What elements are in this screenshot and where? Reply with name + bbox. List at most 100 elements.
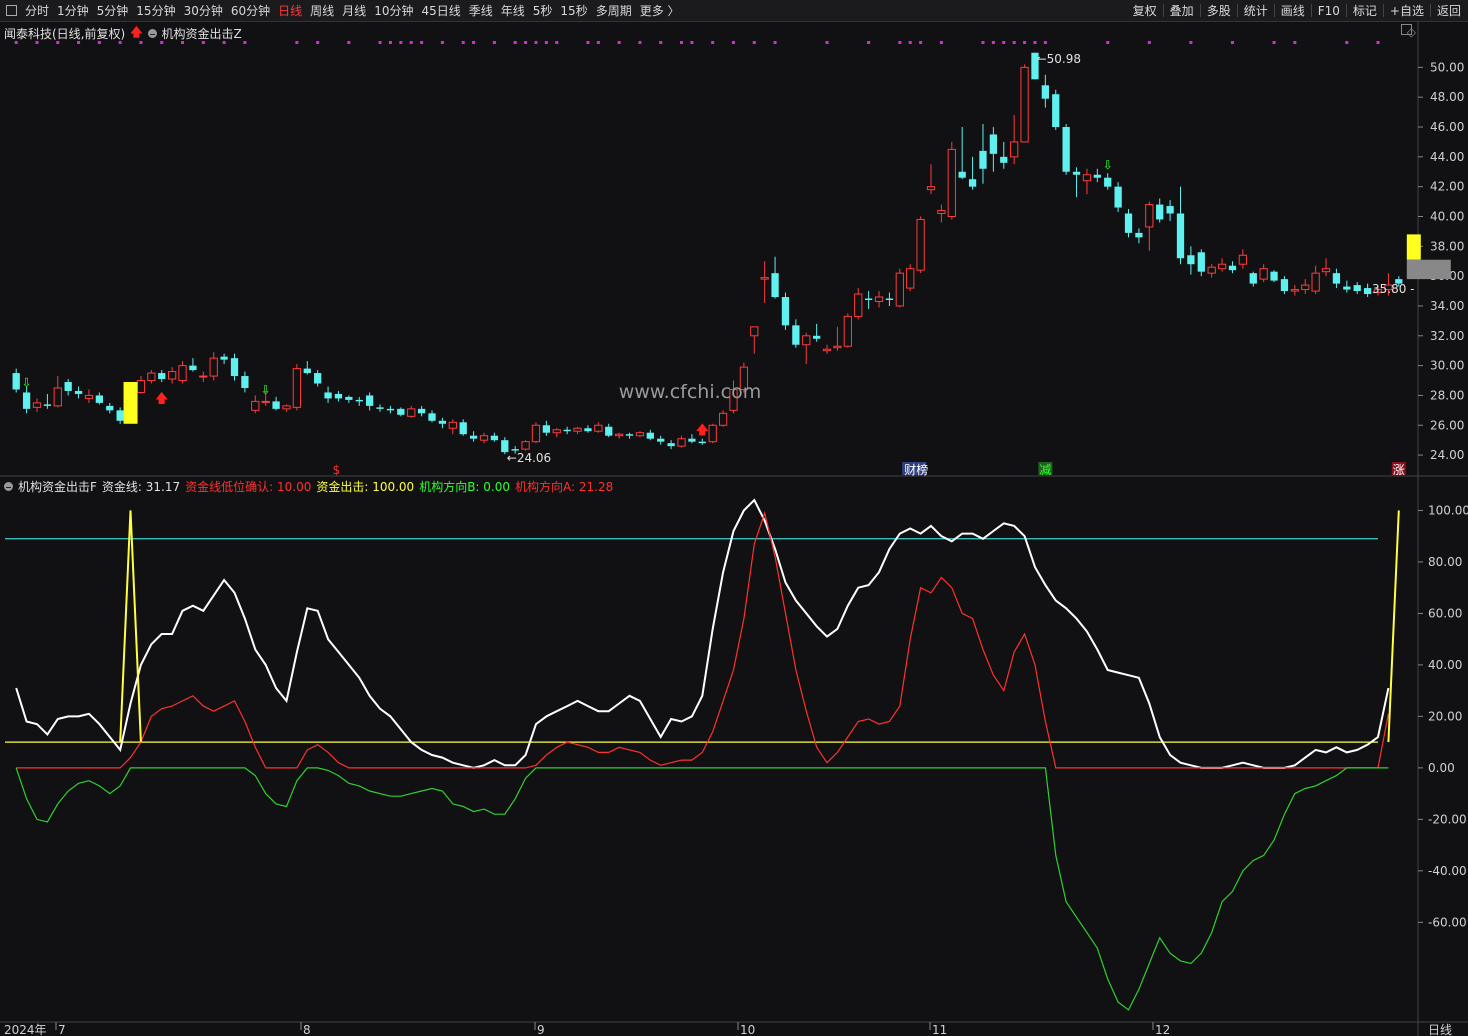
period-tab[interactable]: 5秒	[529, 2, 557, 19]
signal-dot	[596, 41, 600, 44]
signal-dot	[222, 41, 226, 44]
candle-body	[708, 424, 717, 443]
candle-body	[220, 356, 228, 360]
candle-body	[926, 186, 936, 191]
low-label: ←24.06	[507, 451, 551, 465]
action-button[interactable]: 多股	[1202, 2, 1236, 19]
action-button[interactable]: F10	[1313, 4, 1345, 18]
signal-dot	[1043, 41, 1047, 44]
sub-y-tick-label: 20.00	[1428, 709, 1462, 723]
menu-box-icon[interactable]	[6, 5, 17, 16]
signal-bar	[1406, 234, 1421, 260]
x-axis-label: 7	[58, 1023, 66, 1036]
period-tab[interactable]: 多周期	[592, 2, 636, 19]
candle-body	[1353, 285, 1361, 292]
candle-body	[895, 272, 904, 307]
candle-body	[947, 148, 956, 217]
x-period-label: 日线	[1428, 1023, 1452, 1036]
period-tab[interactable]: 30分钟	[180, 2, 227, 19]
candle-body	[1166, 206, 1174, 214]
period-tab[interactable]: 5分钟	[93, 2, 133, 19]
candle-body	[605, 426, 613, 436]
candle-body	[209, 357, 218, 377]
candle-body	[584, 428, 592, 432]
candle-body	[1197, 252, 1205, 272]
last-price-label: 35.80 -	[1372, 282, 1415, 296]
signal-dot	[1033, 41, 1037, 44]
period-tab[interactable]: 60分钟	[227, 2, 274, 19]
action-button[interactable]: 画线	[1276, 2, 1310, 19]
action-button[interactable]: 统计	[1239, 2, 1273, 19]
candle-body	[1176, 213, 1185, 259]
period-tab[interactable]: 10分钟	[370, 2, 417, 19]
candle-body	[1093, 174, 1101, 178]
candle-body	[688, 438, 696, 442]
candle-body	[635, 432, 645, 437]
y-tick-label: 46.00	[1430, 120, 1464, 134]
separator	[1162, 4, 1164, 17]
candle-body	[241, 376, 249, 388]
y-tick-label: 34.00	[1430, 299, 1464, 313]
indicator-line	[15, 767, 1389, 1011]
signal-dot	[35, 41, 39, 44]
watermark: www.cfchi.com	[619, 381, 761, 403]
candle-body	[261, 400, 270, 403]
candle-body	[822, 348, 832, 352]
candle-body	[521, 441, 530, 450]
candle-body	[677, 438, 686, 447]
period-tab[interactable]: 季线	[465, 2, 497, 19]
signal-dot	[492, 41, 496, 44]
period-tab[interactable]: 45日线	[417, 2, 464, 19]
y-tick-label: 26.00	[1430, 418, 1464, 432]
action-button[interactable]: 复权	[1128, 2, 1162, 19]
action-button[interactable]: 返回	[1432, 2, 1466, 19]
period-tab[interactable]: 月线	[338, 2, 370, 19]
candle-body	[1041, 85, 1049, 99]
candle-body	[854, 293, 863, 317]
signal-dot	[1230, 41, 1234, 44]
candle-body	[355, 399, 363, 402]
candle-body	[614, 433, 624, 437]
candle-body	[1052, 94, 1060, 128]
signal-dot	[316, 41, 320, 44]
action-button[interactable]: 叠加	[1165, 2, 1199, 19]
period-tab[interactable]: 年线	[497, 2, 529, 19]
high-label: ↼50.98	[1037, 52, 1081, 66]
candle-body	[1311, 272, 1320, 292]
period-tab[interactable]: 15秒	[556, 2, 591, 19]
period-tab[interactable]: 周线	[306, 2, 338, 19]
candle-body	[448, 421, 457, 429]
action-button[interactable]: 标记	[1348, 2, 1382, 19]
separator	[1382, 4, 1384, 17]
candle-body	[459, 422, 467, 435]
signal-dot	[295, 41, 299, 44]
candle-body	[417, 408, 426, 414]
signal-dot	[773, 41, 777, 44]
x-axis-label: 8	[303, 1023, 311, 1036]
candle-body	[989, 134, 998, 154]
y-tick-label: 44.00	[1430, 150, 1464, 164]
candle-body	[74, 390, 83, 394]
action-button[interactable]: +自选	[1385, 2, 1429, 19]
candle-body	[792, 325, 800, 345]
candle-body	[667, 443, 675, 447]
signal-dot	[991, 41, 995, 44]
candle-body	[718, 412, 728, 426]
period-tab[interactable]: 15分钟	[132, 2, 179, 19]
candle-body	[885, 298, 894, 300]
candle-body	[199, 375, 208, 378]
candle-body	[1104, 177, 1112, 187]
candle-body	[407, 408, 416, 417]
candle-body	[282, 405, 291, 410]
signal-dot	[659, 41, 663, 44]
signal-dot	[388, 41, 392, 44]
candle-body	[1072, 171, 1081, 175]
candle-body	[1343, 286, 1351, 290]
candle-body	[438, 420, 447, 424]
candle-body	[1290, 289, 1299, 292]
period-tab[interactable]: 1分钟	[53, 2, 93, 19]
candle-body	[43, 404, 52, 406]
period-tab[interactable]: 日线	[274, 2, 306, 19]
period-tab[interactable]: 更多 〉	[636, 2, 684, 19]
period-tab[interactable]: 分时	[21, 2, 53, 19]
